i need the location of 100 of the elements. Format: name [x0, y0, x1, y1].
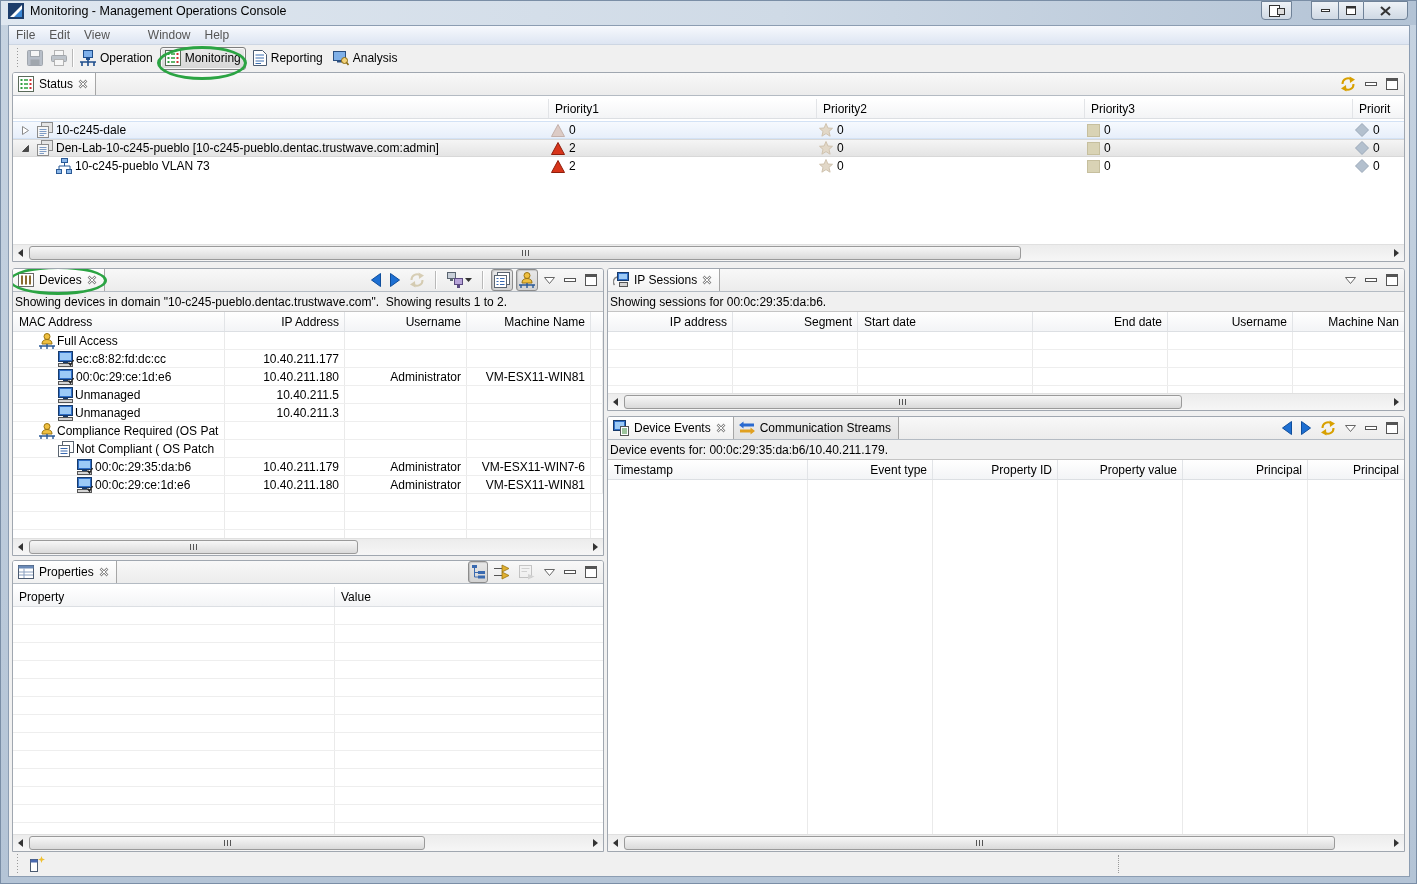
scrollbar-thumb[interactable]	[29, 246, 1022, 260]
column-header[interactable]: Machine Nan	[1293, 312, 1404, 331]
column-header[interactable]: Property ID	[933, 460, 1058, 479]
close-icon[interactable]	[78, 79, 89, 89]
maximize-window-button[interactable]	[1338, 1, 1363, 20]
close-icon[interactable]	[702, 275, 713, 285]
view-menu-icon	[1345, 424, 1356, 432]
scroll-right-arrow-icon[interactable]	[593, 543, 598, 551]
table-row[interactable]: 00:0c:29:ce:1d:e6 10.40.211.180 Administrator VM-ESX11-WIN81	[13, 368, 603, 386]
table-row[interactable]: Unmanaged 10.40.211.3	[13, 404, 603, 422]
priority-count: 0	[569, 123, 576, 137]
minimize-window-button[interactable]	[1311, 1, 1338, 20]
horizontal-scrollbar[interactable]	[608, 393, 1404, 410]
scrollbar-thumb[interactable]	[29, 540, 359, 554]
group-view-toggle[interactable]	[516, 269, 538, 291]
column-header[interactable]: Principal	[1308, 460, 1404, 479]
column-header[interactable]: Priority3	[1085, 99, 1353, 118]
collapsed-arrow-icon[interactable]	[21, 125, 29, 135]
maximize-view-button[interactable]	[1383, 75, 1401, 93]
perspective-button[interactable]: Operation	[77, 46, 156, 70]
horizontal-scrollbar[interactable]	[608, 834, 1404, 851]
column-header[interactable]: Property value	[1058, 460, 1183, 479]
view-tab[interactable]: Status	[13, 73, 97, 95]
close-icon[interactable]	[715, 423, 726, 433]
table-row[interactable]: Compliance Required (OS Pat	[13, 422, 603, 440]
scroll-left-arrow-icon[interactable]	[613, 398, 618, 406]
column-header[interactable]: Priority2	[817, 99, 1085, 118]
column-header[interactable]: Property	[13, 587, 335, 606]
refresh-icon	[409, 272, 425, 288]
list-document-icon	[494, 272, 510, 288]
close-icon[interactable]	[86, 275, 97, 285]
switch-window-button[interactable]	[1261, 1, 1292, 20]
column-header[interactable]: Username	[345, 312, 467, 331]
scroll-left-arrow-icon[interactable]	[613, 839, 618, 847]
horizontal-scrollbar[interactable]	[13, 538, 603, 555]
close-icon[interactable]	[98, 567, 109, 577]
maximize-view-button[interactable]	[582, 271, 600, 289]
menu-item[interactable]: View	[77, 28, 117, 42]
scrollbar-thumb[interactable]	[624, 836, 1335, 850]
scroll-left-arrow-icon[interactable]	[18, 839, 23, 847]
horizontal-scrollbar[interactable]	[13, 834, 603, 851]
table-row[interactable]: 00:0c:29:ce:1d:e6 10.40.211.180 Administrator VM-ESX11-WIN81	[13, 476, 603, 494]
table-row[interactable]: Full Access	[13, 332, 603, 350]
column-header[interactable]: Machine Name	[467, 312, 591, 331]
minimize-icon	[1365, 278, 1377, 282]
column-header[interactable]: IP Address	[225, 312, 345, 331]
refresh-icon	[1340, 76, 1356, 92]
perspective-button[interactable]: Analysis	[329, 46, 401, 70]
table-row[interactable]: ec:c8:82:fd:dc:cc 10.40.211.177	[13, 350, 603, 368]
refresh-icon	[1320, 420, 1336, 436]
printer-icon	[51, 50, 67, 66]
view-tab[interactable]: Communication Streams	[733, 417, 900, 439]
column-header[interactable]: Segment	[733, 312, 858, 331]
column-header[interactable]: IP address	[608, 312, 733, 331]
scrollbar-thumb[interactable]	[29, 836, 426, 850]
horizontal-scrollbar[interactable]	[13, 244, 1404, 261]
perspective-button[interactable]: Reporting	[249, 46, 326, 70]
show-categories-toggle[interactable]	[468, 561, 488, 583]
tree-row[interactable]: 10-c245-pueblo VLAN 73 2 0 0 0	[13, 157, 1404, 175]
column-header[interactable]: Principal	[1183, 460, 1308, 479]
menu-item[interactable]: Edit	[42, 28, 78, 42]
view-tab[interactable]: Properties	[13, 561, 117, 583]
scroll-right-arrow-icon[interactable]	[1394, 249, 1399, 257]
column-header[interactable]: Value	[335, 587, 603, 606]
scroll-right-arrow-icon[interactable]	[593, 839, 598, 847]
column-header[interactable]: MAC Address	[13, 312, 225, 331]
table-row[interactable]: Unmanaged 10.40.211.5	[13, 386, 603, 404]
column-header[interactable]: Priority1	[549, 99, 817, 118]
filter-dropdown-button[interactable]	[444, 269, 475, 291]
maximize-view-button[interactable]	[582, 563, 600, 581]
fast-view-button[interactable]	[27, 853, 47, 875]
maximize-icon	[1386, 422, 1398, 434]
scrollbar-thumb[interactable]	[624, 395, 1182, 409]
tree-row[interactable]: Den-Lab-10-c245-pueblo [10-c245-pueblo.dentac.trustwave.com:admin] 2 0 0 0	[13, 139, 1404, 157]
column-header[interactable]: Priorit	[1353, 99, 1404, 118]
maximize-view-button[interactable]	[1383, 271, 1401, 289]
maximize-view-button[interactable]	[1383, 419, 1401, 437]
tree-view-toggle[interactable]	[491, 269, 513, 291]
column-header[interactable]: Start date	[858, 312, 1033, 331]
scroll-left-arrow-icon[interactable]	[18, 249, 23, 257]
close-window-button[interactable]	[1363, 1, 1408, 20]
column-header[interactable]: End date	[1033, 312, 1168, 331]
person-network-icon	[39, 332, 55, 349]
expanded-arrow-icon[interactable]	[21, 144, 29, 152]
priority-count: 0	[1104, 123, 1111, 137]
scroll-right-arrow-icon[interactable]	[1394, 839, 1399, 847]
table-row[interactable]: 00:0c:29:35:da:b6 10.40.211.179 Administrator VM-ESX11-WIN7-6	[13, 458, 603, 476]
column-header[interactable]: Event type	[808, 460, 933, 479]
tree-row[interactable]: 10-c245-dale 0 0 0 0	[13, 121, 1404, 139]
view-tab[interactable]: Device Events	[608, 417, 734, 439]
scroll-left-arrow-icon[interactable]	[18, 543, 23, 551]
view-tab[interactable]: IP Sessions	[608, 269, 721, 291]
menu-item[interactable]: Help	[197, 28, 237, 42]
menu-item[interactable]: File	[9, 28, 43, 42]
table-row[interactable]: Not Compliant ( OS Patch	[13, 440, 603, 458]
menu-item[interactable]: Window	[140, 28, 198, 42]
column-header[interactable]: Timestamp	[608, 460, 808, 479]
column-header[interactable]: Username	[1168, 312, 1293, 331]
priority-count: 0	[837, 159, 844, 173]
scroll-right-arrow-icon[interactable]	[1394, 398, 1399, 406]
